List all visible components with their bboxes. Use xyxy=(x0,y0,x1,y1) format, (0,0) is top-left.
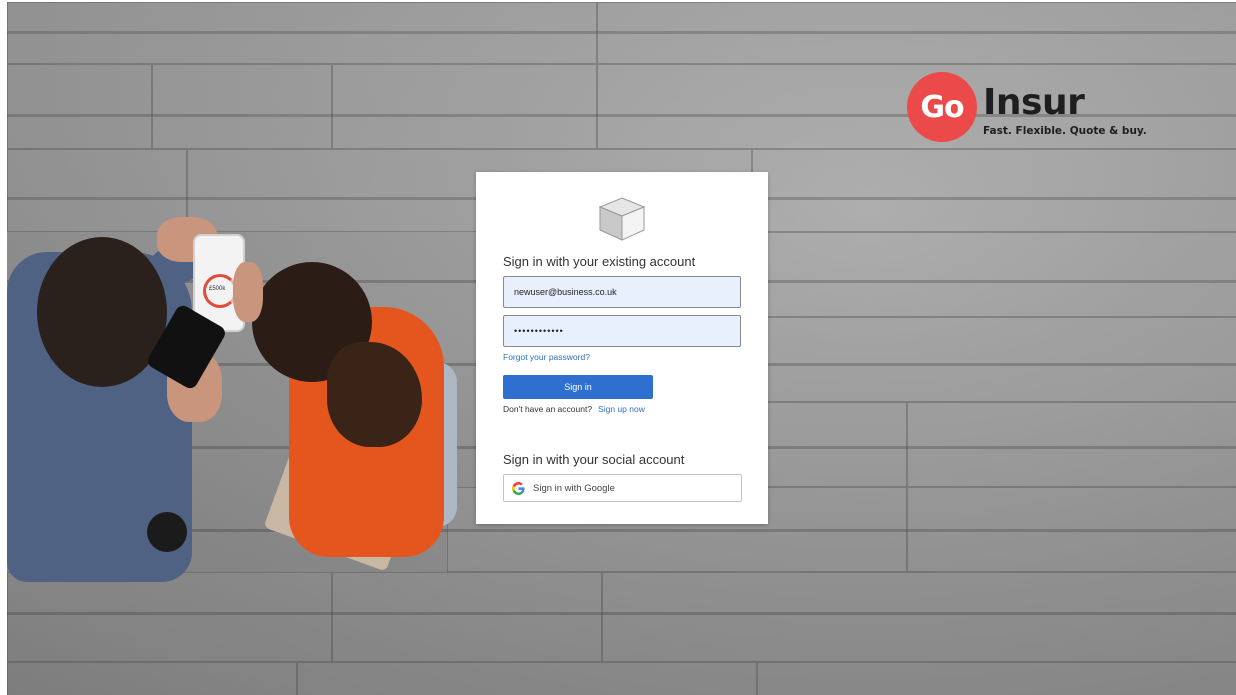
cube-logo-icon xyxy=(598,197,646,241)
stone-block xyxy=(152,64,332,149)
forgot-password-link[interactable]: Forgot your password? xyxy=(503,352,590,362)
logo-wordmark: Insur xyxy=(983,82,1085,123)
stone-block xyxy=(7,662,297,695)
people-with-phones-illustration: £500k xyxy=(7,212,457,587)
stone-block xyxy=(7,64,152,149)
goinsur-logo: Go Insur Fast. Flexible. Quote & buy. xyxy=(907,72,1147,144)
sign-in-card: Sign in with your existing account Forgo… xyxy=(476,172,768,524)
no-account-text: Don't have an account? xyxy=(503,404,593,414)
stone-block xyxy=(7,2,597,64)
google-g-icon xyxy=(512,481,525,495)
no-account-row: Don't have an account? Sign up now xyxy=(503,404,645,414)
stone-block xyxy=(597,2,1236,64)
email-field[interactable] xyxy=(503,276,741,308)
sign-up-link[interactable]: Sign up now xyxy=(598,404,645,414)
stone-block xyxy=(907,402,1236,487)
stone-block xyxy=(767,402,907,487)
google-button-label: Sign in with Google xyxy=(533,482,615,494)
stone-block xyxy=(907,487,1236,572)
logo-tagline: Fast. Flexible. Quote & buy. xyxy=(983,125,1147,137)
existing-account-heading: Sign in with your existing account xyxy=(503,254,696,269)
shoe xyxy=(147,512,187,552)
stone-block xyxy=(752,149,1236,232)
social-account-heading: Sign in with your social account xyxy=(503,452,685,467)
stone-block xyxy=(767,317,1236,402)
hand xyxy=(233,262,263,322)
stone-block xyxy=(297,662,757,695)
google-sign-in-button[interactable]: Sign in with Google xyxy=(503,474,742,502)
stone-block xyxy=(602,572,1236,662)
man-head xyxy=(37,237,167,387)
phone-screen-value: £500k xyxy=(209,286,226,292)
stone-block xyxy=(767,232,1236,317)
stone-block xyxy=(757,662,1236,695)
sign-in-button[interactable]: Sign in xyxy=(503,375,653,399)
stone-block xyxy=(332,64,597,149)
logo-mark: Go xyxy=(907,72,977,142)
password-field[interactable] xyxy=(503,315,741,347)
